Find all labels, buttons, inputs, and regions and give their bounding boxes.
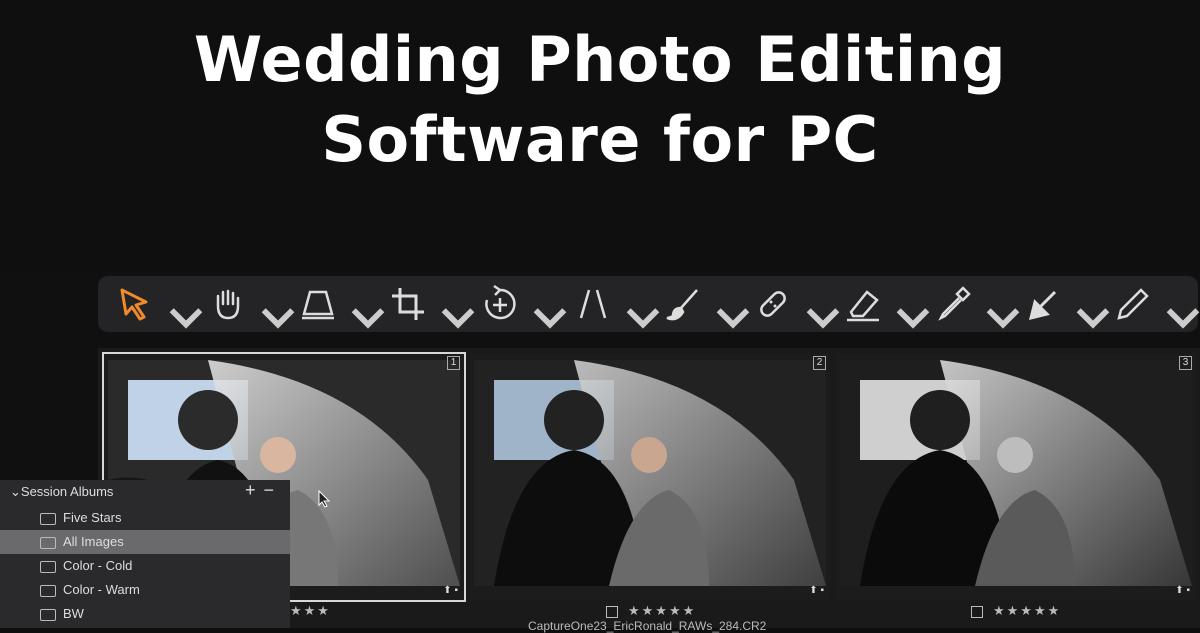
tool-pan[interactable] (208, 284, 295, 329)
session-albums-panel: ⌄Session Albums +− Five Stars All Images… (0, 480, 290, 628)
export-icon[interactable]: ⬆ ▪ (1175, 585, 1190, 596)
chevron-down-icon: ⌄ (10, 484, 21, 499)
session-albums-title: Session Albums (20, 484, 114, 499)
session-albums-header[interactable]: ⌄Session Albums (10, 484, 113, 500)
tool-arrow[interactable] (1023, 284, 1110, 329)
pencil-icon (1117, 288, 1149, 320)
thumbnail-index: 3 (1179, 356, 1192, 370)
heal-bandage-icon (760, 291, 786, 317)
star-rating-row: ★★★★★ (606, 603, 696, 619)
star-rating[interactable]: ★★★★★ (993, 603, 1061, 618)
eraser-icon (847, 290, 879, 322)
album-icon (40, 537, 56, 549)
chevron-down-icon[interactable] (893, 296, 933, 336)
chevron-down-icon[interactable] (166, 296, 206, 336)
select-checkbox[interactable] (971, 605, 983, 618)
chevron-down-icon[interactable] (1073, 296, 1113, 336)
album-item[interactable]: Color - Cold (0, 554, 290, 578)
album-icon (40, 513, 56, 525)
wedding-photo (474, 360, 826, 586)
tool-eraser[interactable] (843, 284, 930, 329)
chevron-down-icon[interactable] (713, 296, 753, 336)
star-rating-row: ★★★★★ (971, 603, 1061, 619)
tool-eyedropper[interactable] (933, 284, 1020, 329)
tool-heal[interactable] (753, 284, 840, 329)
album-item[interactable]: BW (0, 602, 290, 626)
cursor-arrow-icon (120, 288, 148, 321)
chevron-down-icon[interactable] (803, 296, 843, 336)
chevron-down-icon[interactable] (530, 296, 570, 336)
brush-icon (666, 289, 698, 321)
select-checkbox[interactable] (606, 605, 618, 618)
mouse-pointer-icon (318, 490, 331, 508)
rotate-icon (485, 284, 516, 320)
chevron-down-icon[interactable] (1163, 296, 1200, 336)
chevron-down-icon[interactable] (348, 296, 388, 336)
album-icon (40, 585, 56, 597)
headline: Wedding Photo Editing Software for PC (0, 20, 1200, 180)
eyedropper-icon (938, 286, 971, 321)
wedding-photo (840, 360, 1192, 586)
hand-pan-icon (216, 289, 240, 320)
tool-straighten[interactable] (573, 284, 660, 329)
album-item[interactable]: All Images (0, 530, 290, 554)
tool-pencil[interactable] (1113, 284, 1200, 329)
chevron-down-icon[interactable] (438, 296, 478, 336)
export-icon[interactable]: ⬆ ▪ (809, 585, 824, 596)
thumbnail-index: 1 (447, 356, 460, 370)
arrow-down-left-icon (1028, 290, 1057, 321)
thumbnail-2[interactable]: 2 ⬆ ▪ (470, 354, 830, 600)
tool-crop[interactable] (388, 284, 475, 329)
toolbar (98, 276, 1200, 332)
tool-rotate[interactable] (480, 284, 567, 329)
star-rating[interactable]: ★★★★★ (628, 603, 696, 618)
chevron-down-icon[interactable] (983, 296, 1023, 336)
album-actions: +− (245, 480, 282, 501)
album-icon (40, 561, 56, 573)
headline-line-2: Software for PC (321, 103, 879, 176)
thumbnail-3[interactable]: 3 ⬆ ▪ (836, 354, 1196, 600)
filename-label: CaptureOne23_EricRonald_RAWs_284.CR2 (528, 619, 767, 633)
tool-keystone[interactable] (298, 284, 385, 329)
headline-line-1: Wedding Photo Editing (193, 23, 1007, 96)
export-icon[interactable]: ⬆ ▪ (443, 585, 458, 596)
crop-icon (392, 288, 424, 320)
star-rating[interactable]: ★★★ (290, 603, 331, 619)
album-item[interactable]: Five Stars (0, 506, 290, 530)
chevron-down-icon[interactable] (623, 296, 663, 336)
chevron-down-icon[interactable] (258, 296, 298, 336)
remove-album-button[interactable]: − (263, 480, 282, 500)
tool-select[interactable] (116, 284, 203, 329)
album-icon (40, 609, 56, 621)
add-album-button[interactable]: + (245, 480, 264, 500)
thumbnail-index: 2 (813, 356, 826, 370)
tool-brush[interactable] (663, 284, 750, 329)
straighten-icon (579, 289, 607, 319)
keystone-icon (302, 290, 334, 320)
album-item[interactable]: Color - Warm (0, 578, 290, 602)
